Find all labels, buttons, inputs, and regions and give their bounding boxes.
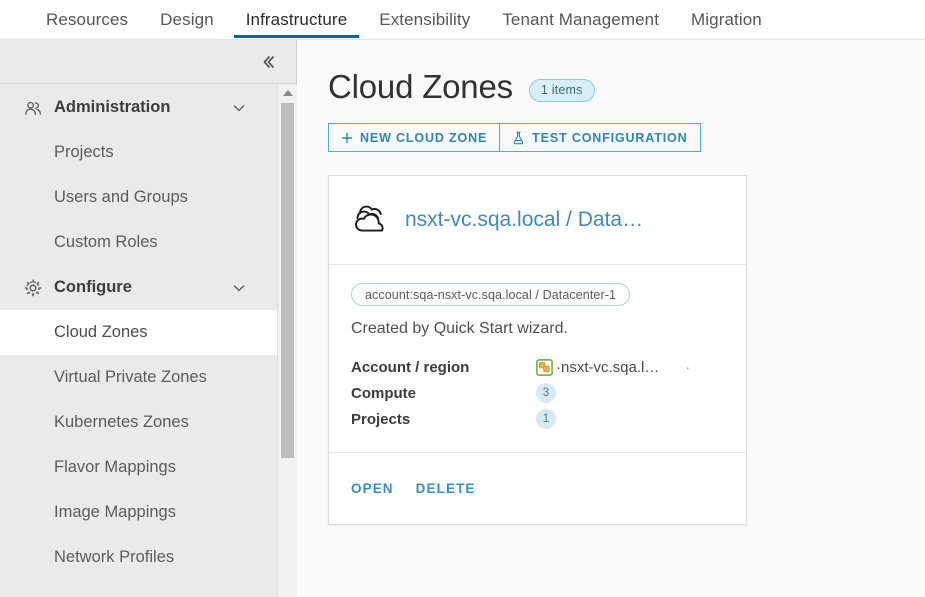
detail-row-compute: Compute 3 xyxy=(351,380,724,406)
delete-link[interactable]: DELETE xyxy=(416,481,476,496)
card-footer: OPEN DELETE xyxy=(329,452,746,524)
detail-value: ·nsxt-vc.sqa.l… · xyxy=(536,359,691,376)
main-content: Cloud Zones 1 items NEW CLOUD ZONE TEST … xyxy=(298,40,925,597)
sidebar-group-configure[interactable]: Configure xyxy=(0,265,277,310)
tab-migration[interactable]: Migration xyxy=(675,0,778,40)
card-details-table: Account / region ·nsxt-vc.sqa.l… · Compu… xyxy=(351,354,724,432)
sidebar-item-virtual-private-zones[interactable]: Virtual Private Zones xyxy=(0,355,277,400)
sidebar-item-label: Custom Roles xyxy=(54,233,158,251)
open-link[interactable]: OPEN xyxy=(351,481,394,496)
detail-key: Projects xyxy=(351,410,411,428)
sidebar-collapse-bar xyxy=(0,40,296,84)
vcenter-icon xyxy=(536,358,553,376)
chevron-down-icon[interactable] xyxy=(231,100,247,116)
double-chevron-left-icon[interactable] xyxy=(256,50,280,74)
page-header: Cloud Zones 1 items xyxy=(298,40,925,106)
application-window: Resources Design Infrastructure Extensib… xyxy=(0,0,925,597)
new-cloud-zone-button[interactable]: NEW CLOUD ZONE xyxy=(328,123,501,152)
button-label: TEST CONFIGURATION xyxy=(532,130,688,145)
detail-key: Account / region xyxy=(351,358,470,376)
sidebar-item-custom-roles[interactable]: Custom Roles xyxy=(0,220,277,265)
button-label: NEW CLOUD ZONE xyxy=(360,130,488,145)
sidebar-item-label: Image Mappings xyxy=(54,503,176,521)
flask-icon xyxy=(512,131,525,145)
sidebar-item-label: Users and Groups xyxy=(54,188,188,206)
gear-icon xyxy=(22,277,44,299)
card-description: Created by Quick Start wizard. xyxy=(351,320,568,337)
sidebar-item-cloud-zones[interactable]: Cloud Zones xyxy=(0,310,277,355)
tab-label: Infrastructure xyxy=(245,10,348,29)
sidebar-item-users-and-groups[interactable]: Users and Groups xyxy=(0,175,277,220)
test-configuration-button[interactable]: TEST CONFIGURATION xyxy=(500,123,701,152)
detail-value: 1 xyxy=(536,409,556,429)
items-count-badge: 1 items xyxy=(528,78,595,102)
detail-row-account-region: Account / region ·nsxt-vc.sqa.l… · xyxy=(351,354,724,380)
sidebar-item-label: Network Profiles xyxy=(54,548,175,566)
action-toolbar: NEW CLOUD ZONE TEST CONFIGURATION xyxy=(328,123,925,152)
sidebar-scrollbar[interactable] xyxy=(277,85,297,597)
cloud-zone-card[interactable]: nsxt-vc.sqa.local / Data… account:sqa-ns… xyxy=(328,175,747,525)
tab-design[interactable]: Design xyxy=(144,0,230,40)
detail-row-projects: Projects 1 xyxy=(351,406,724,432)
detail-value: 3 xyxy=(536,383,556,403)
tab-label: Tenant Management xyxy=(502,10,660,29)
sidebar-item-projects[interactable]: Projects xyxy=(0,130,277,175)
sidebar-navigation: Administration Projects Users and Groups… xyxy=(0,85,277,597)
tab-extensibility[interactable]: Extensibility xyxy=(363,0,486,40)
detail-key: Compute xyxy=(351,384,416,402)
card-title[interactable]: nsxt-vc.sqa.local / Data… xyxy=(405,208,643,232)
scrollbar-thumb[interactable] xyxy=(281,103,294,458)
cloud-stack-icon xyxy=(351,200,397,240)
chevron-down-icon[interactable] xyxy=(231,280,247,296)
sidebar-item-label: Cloud Zones xyxy=(54,323,148,341)
plus-icon xyxy=(341,132,353,144)
sidebar-item-label: Kubernetes Zones xyxy=(54,413,189,431)
tab-label: Design xyxy=(160,10,214,29)
sidebar-item-network-profiles[interactable]: Network Profiles xyxy=(0,535,277,580)
tab-tenant-management[interactable]: Tenant Management xyxy=(486,0,675,40)
card-header: nsxt-vc.sqa.local / Data… xyxy=(329,176,746,265)
sidebar-item-label: Flavor Mappings xyxy=(54,458,176,476)
scroll-up-arrow-icon[interactable] xyxy=(278,85,297,101)
sidebar-group-label: Administration xyxy=(54,98,171,116)
compute-count-badge: 3 xyxy=(536,383,556,403)
sidebar-item-label: Projects xyxy=(54,143,114,161)
users-group-icon xyxy=(22,97,44,119)
card-body: account:sqa-nsxt-vc.sqa.local / Datacent… xyxy=(329,265,746,452)
detail-value-text: ·nsxt-vc.sqa.l… xyxy=(556,358,660,376)
tab-label: Extensibility xyxy=(379,10,471,29)
account-tag-pill: account:sqa-nsxt-vc.sqa.local / Datacent… xyxy=(351,283,631,306)
sidebar-item-label: Virtual Private Zones xyxy=(54,368,207,386)
sidebar-group-administration[interactable]: Administration xyxy=(0,85,277,130)
tab-infrastructure[interactable]: Infrastructure xyxy=(230,0,364,40)
sidebar: Administration Projects Users and Groups… xyxy=(0,40,297,597)
tab-label: Resources xyxy=(46,10,129,29)
top-navigation-bar: Resources Design Infrastructure Extensib… xyxy=(0,0,925,40)
tab-label: Migration xyxy=(691,10,762,29)
detail-value-overflow-marker: · xyxy=(685,359,692,375)
projects-count-badge: 1 xyxy=(536,409,556,429)
sidebar-item-image-mappings[interactable]: Image Mappings xyxy=(0,490,277,535)
sidebar-group-label: Configure xyxy=(54,278,132,296)
sidebar-item-flavor-mappings[interactable]: Flavor Mappings xyxy=(0,445,277,490)
tab-resources[interactable]: Resources xyxy=(30,0,144,40)
page-title: Cloud Zones xyxy=(328,68,513,105)
sidebar-item-kubernetes-zones[interactable]: Kubernetes Zones xyxy=(0,400,277,445)
